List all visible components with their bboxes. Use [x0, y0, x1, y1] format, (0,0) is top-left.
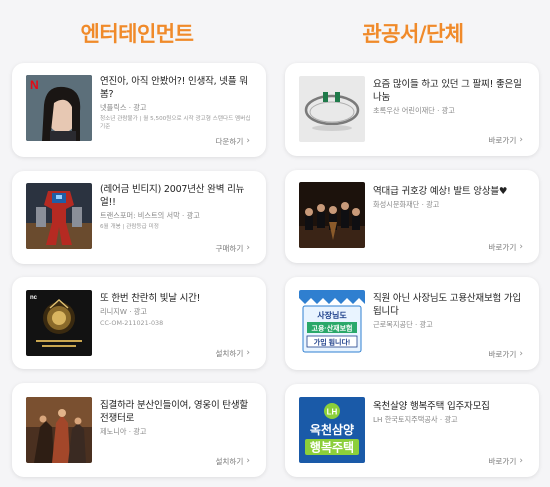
ad-source: 화성시문화재단 · 광고 — [373, 200, 440, 209]
poster-line1: 사장님도 — [317, 310, 347, 320]
cta-label: 바로가기 — [488, 350, 517, 359]
chevron-right-icon: › — [519, 349, 523, 359]
ad-title[interactable]: 또 한번 찬란히 빛날 시간! — [100, 292, 252, 305]
svg-text:N: N — [30, 78, 39, 92]
ad-card-transformers[interactable]: (레어금 빈티지) 2007년산 완벽 리뉴얼!! 트랜스포머: 비스트의 서막… — [12, 171, 266, 264]
cta-label: 구매하기 — [215, 244, 244, 253]
svg-text:nc: nc — [30, 295, 38, 301]
ad-source: 제노니아 · 광고 — [100, 427, 147, 436]
install-button[interactable]: 설치하기 › — [215, 348, 250, 359]
ad-title[interactable]: 역대급 귀호강 예상! 발트 앙상블♥ — [373, 185, 525, 198]
go-button[interactable]: 바로가기 › — [488, 349, 523, 360]
lh-logo-text: LH — [327, 408, 338, 417]
chevron-right-icon: › — [246, 456, 250, 466]
ad-card-lineage[interactable]: nc 또 한번 찬란히 빛날 시간! 리니지W · 광고 CC-OM-21102… — [12, 277, 266, 369]
install-button[interactable]: 설치하기 › — [215, 456, 250, 467]
lh-housing-thumbnail: LH 옥천삼양 행복주택 — [299, 397, 365, 463]
poster-line3: 가입 됩니다! — [314, 338, 350, 347]
column-title-entertainment: 엔터테인먼트 — [80, 22, 194, 46]
lineage-coupon-thumbnail: nc — [26, 290, 92, 356]
chevron-right-icon: › — [246, 136, 250, 146]
cta-label: 바로가기 — [488, 136, 517, 145]
ad-card-insurance[interactable]: 사장님도 고용·산재보험 가입 됩니다! 직원 아닌 사장님도 고용산재보험 가… — [285, 277, 539, 370]
ad-source: 근로복지공단 · 광고 — [373, 320, 433, 329]
cta-label: 다운하기 — [215, 137, 244, 146]
actress-portrait-netflix-thumbnail: N — [26, 75, 92, 141]
go-button[interactable]: 바로가기 › — [488, 135, 523, 146]
purchase-button[interactable]: 구매하기 › — [215, 243, 250, 254]
fantasy-game-heroes-thumbnail — [26, 397, 92, 463]
chevron-right-icon: › — [519, 242, 523, 252]
orchestra-ensemble-thumbnail — [299, 182, 365, 248]
chevron-right-icon: › — [246, 348, 250, 358]
download-button[interactable]: 다운하기 › — [215, 136, 250, 147]
insurance-poster-thumbnail: 사장님도 고용·산재보험 가입 됩니다! — [299, 290, 365, 356]
ad-source: 리니지W · 광고 — [100, 307, 148, 316]
cta-label: 설치하기 — [215, 457, 244, 466]
ad-title[interactable]: 집결하라 분산인들이여, 영웅이 탄생할 전쟁터로 — [100, 399, 252, 425]
ad-card-lh-housing[interactable]: LH 옥천삼양 행복주택 옥천살양 행복주택 입주자모집 LH 한국토지주택공사… — [285, 384, 539, 477]
ad-note: CC-OM-211021-038 — [100, 319, 164, 327]
ad-title[interactable]: 옥천살양 행복주택 입주자모집 — [373, 400, 525, 413]
cta-label: 바로가기 — [488, 457, 517, 466]
ad-card-ensemble[interactable]: 역대급 귀호강 예상! 발트 앙상블♥ 화성시문화재단 · 광고 바로가기 › — [285, 170, 539, 263]
chevron-right-icon: › — [519, 456, 523, 466]
transformers-robot-thumbnail — [26, 183, 92, 249]
chevron-right-icon: › — [246, 243, 250, 253]
ad-note: 6월 개봉 | 관람등급 미정 — [100, 224, 159, 230]
ad-source: LH 한국토지주택공사 · 광고 — [373, 415, 458, 424]
ad-card-netflix[interactable]: N 연진아, 아직 안봤어?! 인생작, 넷플 뭐 봄? 넷플릭스 · 광고 청… — [12, 63, 266, 157]
ad-source: 넷플릭스 · 광고 — [100, 103, 147, 112]
ad-note: 청소년 관람불가 | 월 5,500원으로 시작 광고형 스탠다드 멤버십 기준 — [100, 116, 251, 130]
ad-title[interactable]: 요즘 많이들 하고 있던 그 팔찌! 좋은일 나눔 — [373, 78, 525, 104]
go-button[interactable]: 바로가기 › — [488, 242, 523, 253]
ad-title[interactable]: 직원 아닌 사장님도 고용산재보험 가입됩니다 — [373, 292, 525, 318]
bracelet-thumbnail — [299, 76, 365, 142]
lh-line1: 옥천삼양 — [310, 422, 354, 437]
chevron-right-icon: › — [519, 135, 523, 145]
ad-title[interactable]: 연진아, 아직 안봤어?! 인생작, 넷플 뭐 봄? — [100, 75, 252, 101]
ad-title[interactable]: (레어금 빈티지) 2007년산 완벽 리뉴얼!! — [100, 183, 252, 209]
cta-label: 설치하기 — [215, 349, 244, 358]
cta-label: 바로가기 — [488, 243, 517, 252]
poster-line2: 고용·산재보험 — [312, 324, 353, 333]
ad-source: 트랜스포머: 비스트의 서막 · 광고 — [100, 211, 200, 220]
ad-source: 초록우산 어린이재단 · 광고 — [373, 106, 455, 115]
go-button[interactable]: 바로가기 › — [488, 456, 523, 467]
column-title-government: 관공서/단체 — [362, 22, 464, 46]
ad-card-bracelet[interactable]: 요즘 많이들 하고 있던 그 팔찌! 좋은일 나눔 초록우산 어린이재단 · 광… — [285, 63, 539, 156]
ad-card-zenonia[interactable]: 집결하라 분산인들이여, 영웅이 탄생할 전쟁터로 제노니아 · 광고 설치하기… — [12, 383, 266, 477]
lh-line2: 행복주택 — [310, 440, 354, 455]
